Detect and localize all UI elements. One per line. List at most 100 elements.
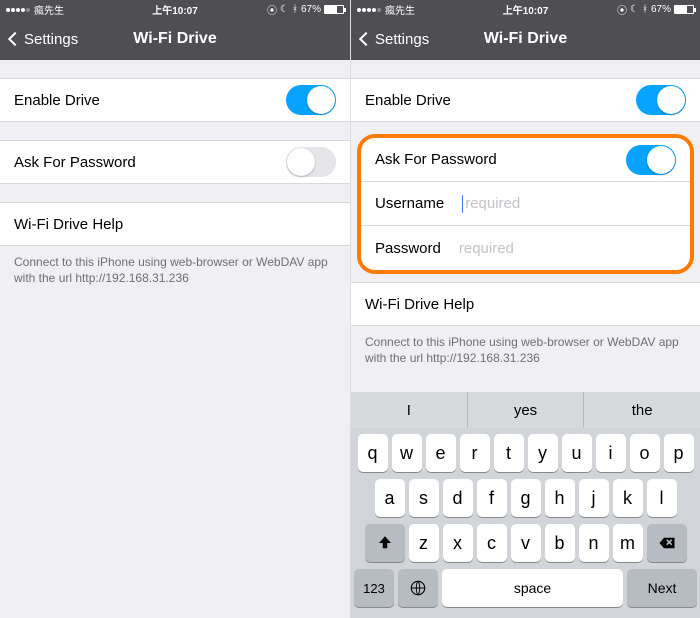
password-row: Password bbox=[361, 226, 690, 270]
key-y[interactable]: y bbox=[528, 434, 558, 472]
back-label: Settings bbox=[24, 31, 78, 48]
key-p[interactable]: p bbox=[664, 434, 694, 472]
key-b[interactable]: b bbox=[545, 524, 575, 562]
username-label: Username bbox=[375, 195, 444, 212]
ask-password-label: Ask For Password bbox=[375, 151, 497, 168]
suggestion-3[interactable]: the bbox=[584, 392, 700, 428]
connect-instructions: Connect to this iPhone using web-browser… bbox=[0, 246, 350, 286]
ask-password-row: Ask For Password bbox=[361, 138, 690, 182]
ask-password-row: Ask For Password bbox=[0, 140, 350, 184]
alarm-icon: ⦿ bbox=[267, 2, 277, 17]
alarm-icon: ⦿ bbox=[617, 2, 627, 17]
key-d[interactable]: d bbox=[443, 479, 473, 517]
dnd-icon: ☾ bbox=[280, 4, 289, 15]
ask-password-toggle[interactable] bbox=[286, 147, 336, 177]
carrier-label: 瘋先生 bbox=[34, 2, 64, 17]
key-t[interactable]: t bbox=[494, 434, 524, 472]
highlight-box: Ask For Password Username Password bbox=[357, 134, 694, 274]
battery-pct: 67% bbox=[301, 4, 321, 15]
suggestion-bar: I yes the bbox=[351, 392, 700, 428]
key-o[interactable]: o bbox=[630, 434, 660, 472]
carrier-label: 瘋先生 bbox=[385, 2, 415, 17]
backspace-key[interactable] bbox=[647, 524, 687, 562]
ask-password-label: Ask For Password bbox=[14, 154, 136, 171]
key-row-1: q w e r t y u i o p bbox=[354, 434, 697, 472]
key-row-3: z x c v b n m bbox=[354, 524, 697, 562]
enable-drive-row: Enable Drive bbox=[351, 78, 700, 122]
nav-bar: Settings Wi-Fi Drive bbox=[0, 18, 350, 60]
key-row-2: a s d f g h j k l bbox=[354, 479, 697, 517]
key-e[interactable]: e bbox=[426, 434, 456, 472]
key-c[interactable]: c bbox=[477, 524, 507, 562]
key-l[interactable]: l bbox=[647, 479, 677, 517]
nav-bar: Settings Wi-Fi Drive bbox=[351, 18, 700, 60]
screenshot-right: 瘋先生 上午10:07 ⦿ ☾ ᚼ 67% Settings Wi-Fi Dri… bbox=[350, 0, 700, 618]
enable-drive-label: Enable Drive bbox=[14, 92, 100, 109]
enable-drive-label: Enable Drive bbox=[365, 92, 451, 109]
key-a[interactable]: a bbox=[375, 479, 405, 517]
back-label: Settings bbox=[375, 31, 429, 48]
password-label: Password bbox=[375, 240, 441, 257]
signal-dots-icon bbox=[6, 4, 31, 15]
enable-drive-toggle[interactable] bbox=[286, 85, 336, 115]
key-k[interactable]: k bbox=[613, 479, 643, 517]
text-caret bbox=[462, 195, 463, 213]
key-u[interactable]: u bbox=[562, 434, 592, 472]
wifi-drive-help-label: Wi-Fi Drive Help bbox=[14, 216, 123, 233]
key-w[interactable]: w bbox=[392, 434, 422, 472]
back-button[interactable]: Settings bbox=[361, 31, 429, 48]
key-j[interactable]: j bbox=[579, 479, 609, 517]
suggestion-1[interactable]: I bbox=[351, 392, 468, 428]
numbers-key[interactable]: 123 bbox=[354, 569, 394, 607]
battery-icon bbox=[324, 5, 344, 14]
key-i[interactable]: i bbox=[596, 434, 626, 472]
username-row: Username bbox=[361, 182, 690, 226]
password-field[interactable] bbox=[459, 240, 676, 257]
battery-icon bbox=[674, 5, 694, 14]
suggestion-2[interactable]: yes bbox=[468, 392, 585, 428]
backspace-icon bbox=[658, 534, 676, 552]
ask-password-toggle[interactable] bbox=[626, 145, 676, 175]
connect-instructions: Connect to this iPhone using web-browser… bbox=[351, 326, 700, 366]
enable-drive-toggle[interactable] bbox=[636, 85, 686, 115]
enable-drive-row: Enable Drive bbox=[0, 78, 350, 122]
key-m[interactable]: m bbox=[613, 524, 643, 562]
wifi-drive-help-row[interactable]: Wi-Fi Drive Help bbox=[0, 202, 350, 246]
wifi-drive-help-row[interactable]: Wi-Fi Drive Help bbox=[351, 282, 700, 326]
battery-pct: 67% bbox=[651, 4, 671, 15]
key-z[interactable]: z bbox=[409, 524, 439, 562]
chevron-left-icon bbox=[8, 32, 22, 46]
bluetooth-icon: ᚼ bbox=[642, 4, 648, 15]
bluetooth-icon: ᚼ bbox=[292, 4, 298, 15]
clock-label: 上午10:07 bbox=[152, 2, 198, 17]
shift-icon bbox=[376, 534, 394, 552]
chevron-left-icon bbox=[359, 32, 373, 46]
screenshot-left: 瘋先生 上午10:07 ⦿ ☾ ᚼ 67% Settings Wi-Fi Dri… bbox=[0, 0, 350, 618]
status-bar: 瘋先生 上午10:07 ⦿ ☾ ᚼ 67% bbox=[0, 0, 350, 18]
dnd-icon: ☾ bbox=[630, 4, 639, 15]
signal-dots-icon bbox=[357, 4, 382, 15]
page-title: Wi-Fi Drive bbox=[133, 30, 216, 48]
key-s[interactable]: s bbox=[409, 479, 439, 517]
key-f[interactable]: f bbox=[477, 479, 507, 517]
key-x[interactable]: x bbox=[443, 524, 473, 562]
key-q[interactable]: q bbox=[358, 434, 388, 472]
space-key[interactable]: space bbox=[442, 569, 623, 607]
page-title: Wi-Fi Drive bbox=[484, 30, 567, 48]
globe-key[interactable] bbox=[398, 569, 438, 607]
back-button[interactable]: Settings bbox=[10, 31, 78, 48]
username-field[interactable] bbox=[465, 195, 676, 212]
status-bar: 瘋先生 上午10:07 ⦿ ☾ ᚼ 67% bbox=[351, 0, 700, 18]
key-n[interactable]: n bbox=[579, 524, 609, 562]
clock-label: 上午10:07 bbox=[503, 2, 549, 17]
keyboard: I yes the q w e r t y u i o p a s d f bbox=[351, 392, 700, 618]
key-r[interactable]: r bbox=[460, 434, 490, 472]
key-g[interactable]: g bbox=[511, 479, 541, 517]
key-row-4: 123 space Next bbox=[354, 569, 697, 607]
globe-icon bbox=[409, 579, 427, 597]
next-key[interactable]: Next bbox=[627, 569, 697, 607]
key-v[interactable]: v bbox=[511, 524, 541, 562]
wifi-drive-help-label: Wi-Fi Drive Help bbox=[365, 296, 474, 313]
key-h[interactable]: h bbox=[545, 479, 575, 517]
shift-key[interactable] bbox=[365, 524, 405, 562]
